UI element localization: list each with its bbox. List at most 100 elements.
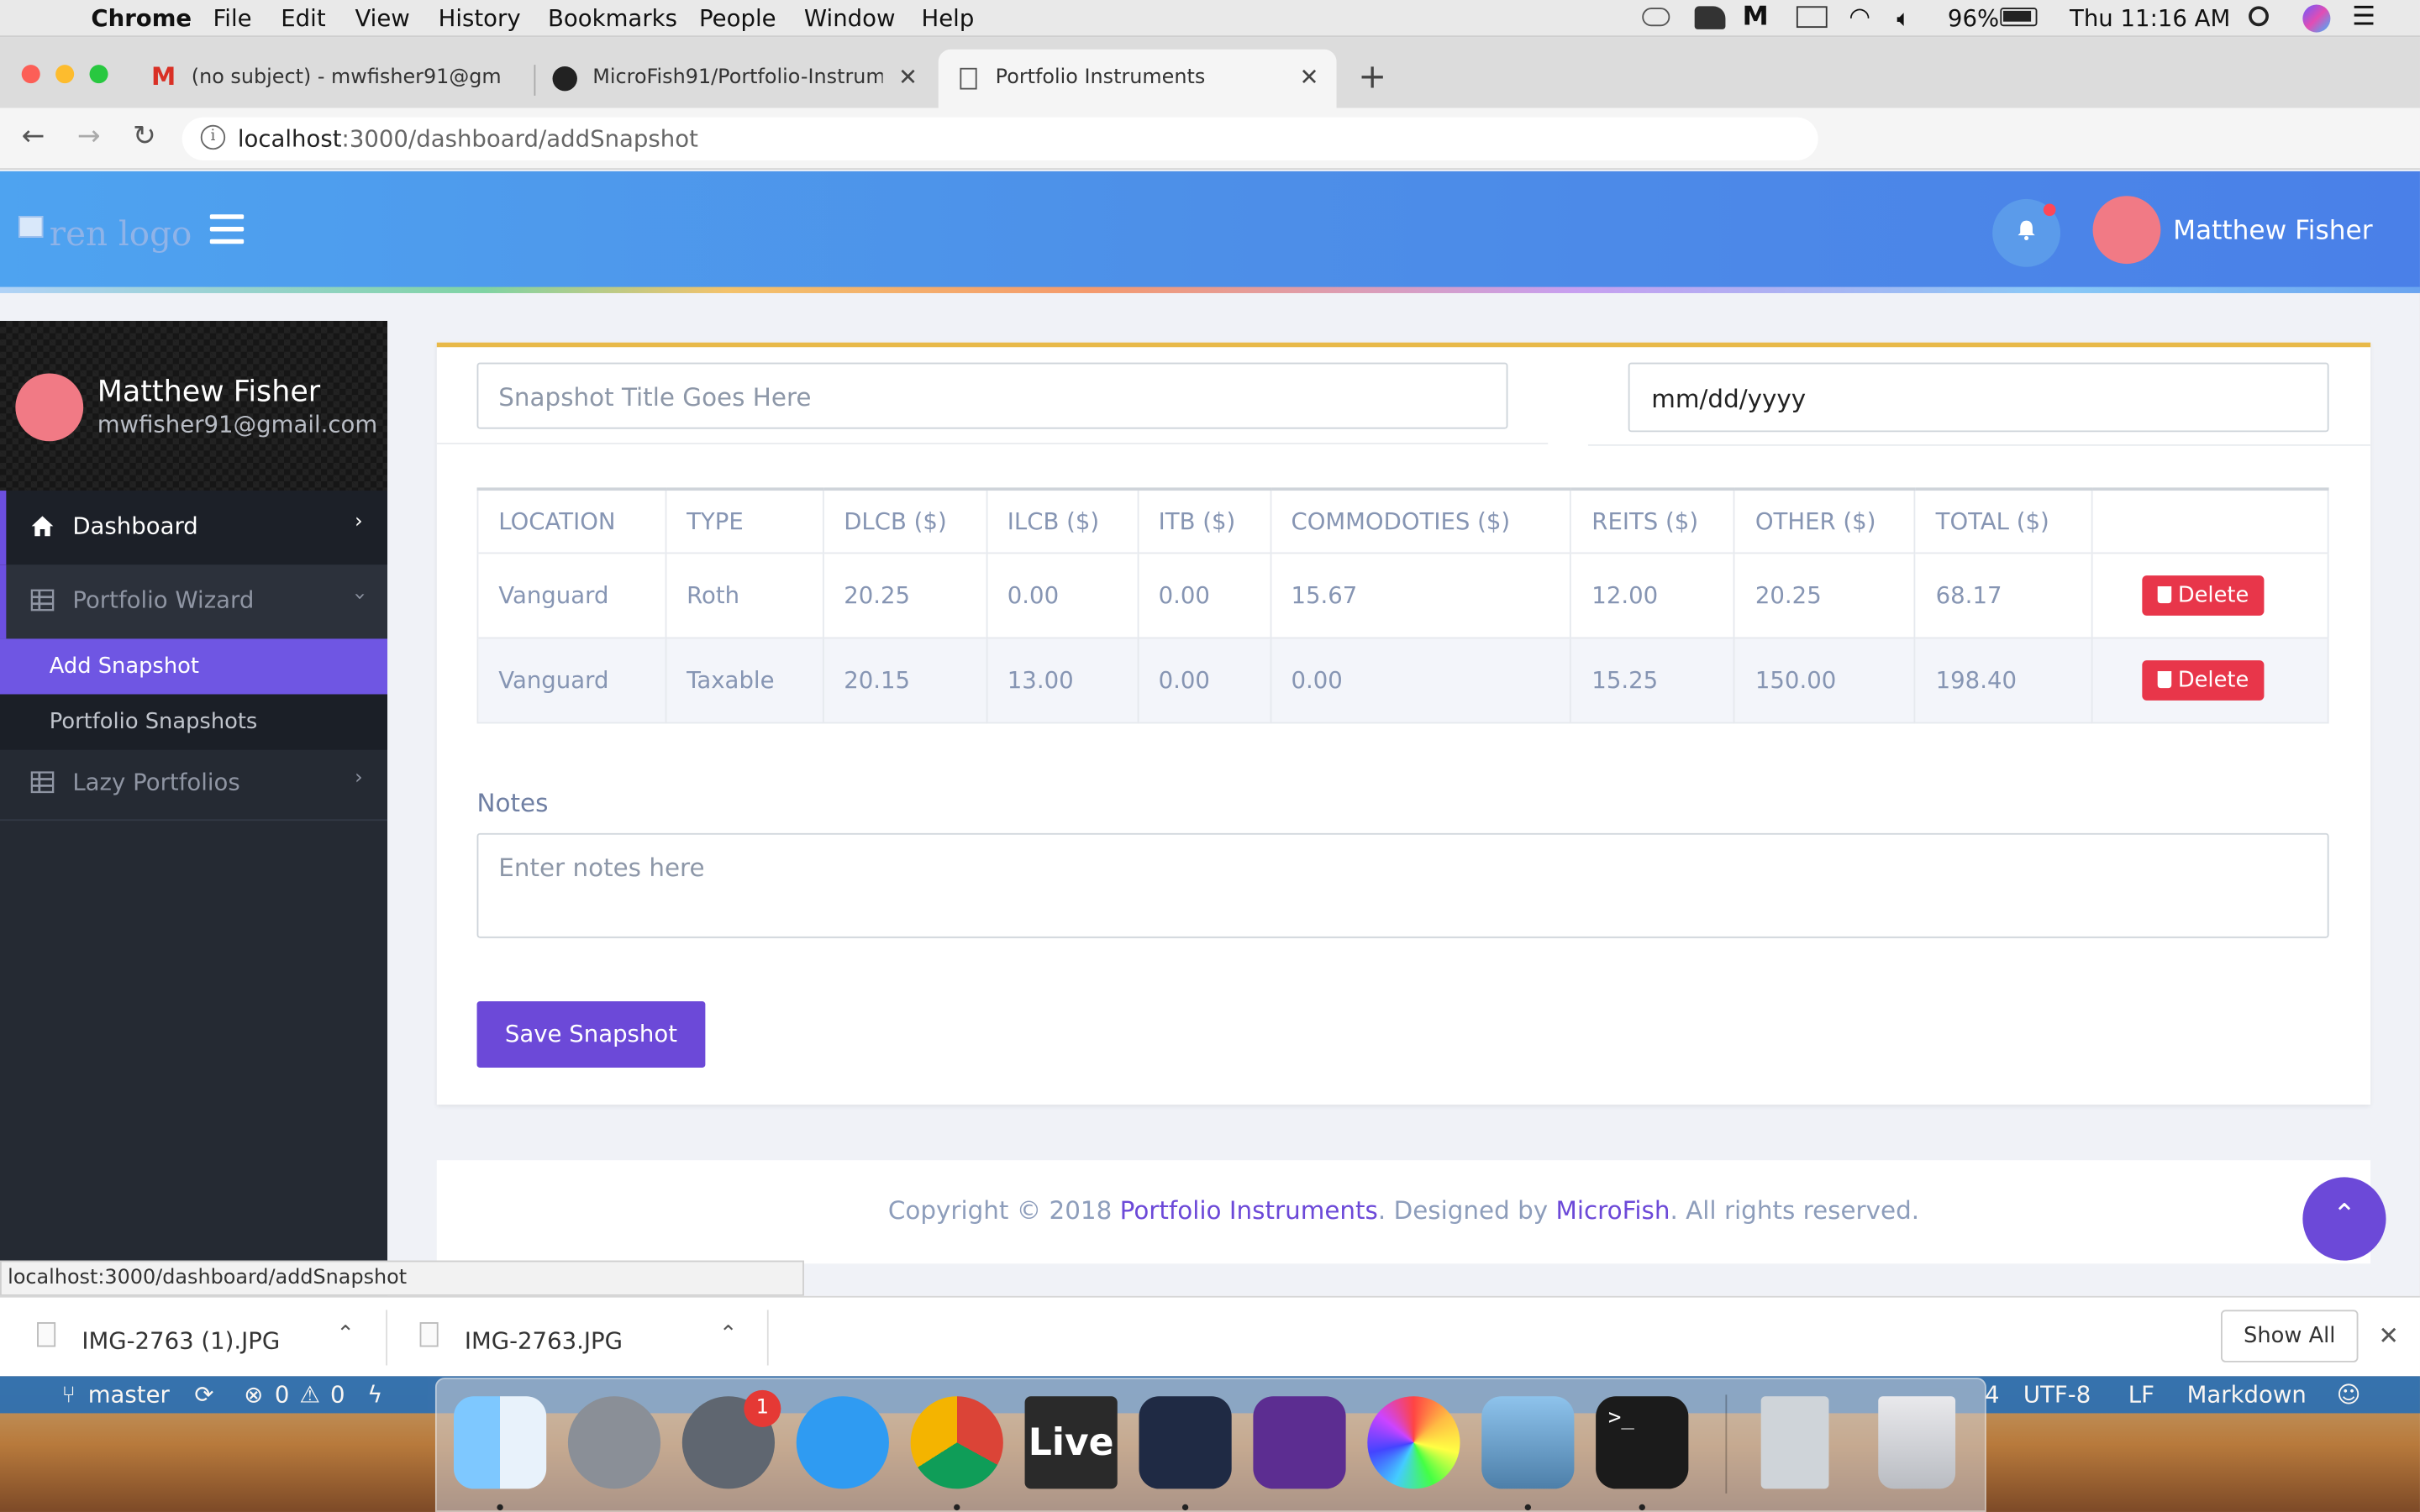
creative-cloud-icon[interactable]: [1642, 8, 1670, 27]
notification-center-icon[interactable]: ☰: [2352, 2, 2375, 33]
header-avatar[interactable]: [2092, 196, 2161, 265]
smiley-icon[interactable]: ☺: [2337, 1381, 2361, 1409]
show-all-downloads-button[interactable]: Show All: [2221, 1310, 2359, 1362]
messages-icon[interactable]: [796, 1396, 889, 1489]
sidebar-item-portfolio-snapshots[interactable]: Portfolio Snapshots: [0, 694, 388, 750]
sidebar-user-name: Matthew Fisher: [97, 375, 321, 409]
error-count[interactable]: 0: [275, 1381, 290, 1409]
preview-icon[interactable]: [1481, 1396, 1575, 1489]
tab-portfolio-instruments[interactable]: Portfolio Instruments ✕: [938, 49, 1337, 108]
spotlight-search-icon[interactable]: [2249, 6, 2269, 27]
browser-tab-strip: M (no subject) - mwfisher91@gm MicroFish…: [0, 37, 2420, 108]
tab-active-title: Portfolio Instruments: [995, 66, 1206, 90]
malwarebytes-icon[interactable]: M: [1743, 2, 1769, 33]
sidebar-item-add-snapshot[interactable]: Add Snapshot: [0, 638, 388, 695]
sidebar-user-email: mwfisher91@gmail.com: [97, 410, 378, 438]
new-tab-button[interactable]: +: [1358, 59, 1386, 97]
footer-author-link[interactable]: MicroFish: [1556, 1195, 1670, 1225]
logo[interactable]: ren logo: [50, 216, 192, 255]
siri-icon[interactable]: [2302, 4, 2331, 33]
launchpad-icon[interactable]: [567, 1396, 661, 1489]
evernote-icon[interactable]: [1694, 6, 1726, 29]
header-username[interactable]: Matthew Fisher: [2173, 216, 2373, 247]
forward-arrow-icon[interactable]: →: [77, 120, 101, 153]
visual-studio-icon[interactable]: [1253, 1396, 1346, 1489]
table-cell: 20.25: [1734, 551, 1916, 638]
tab-close-icon[interactable]: ✕: [1300, 63, 1319, 91]
menu-window[interactable]: Window: [804, 5, 896, 33]
footer-site-link[interactable]: Portfolio Instruments: [1120, 1195, 1378, 1225]
column-header: [2091, 487, 2329, 553]
snapshot-title-input[interactable]: Snapshot Title Goes Here: [476, 362, 1508, 429]
page-footer: Copyright © 2018 Portfolio Instruments. …: [436, 1160, 2371, 1264]
table-row: Vanguard Taxable 20.15 13.00 0.00 0.00 1…: [476, 636, 2329, 723]
sidebar-item-portfolio-wizard[interactable]: Portfolio Wizard ›: [0, 564, 388, 639]
window-zoom-button[interactable]: [89, 65, 108, 84]
window-minimize-button[interactable]: [55, 65, 75, 84]
table-cell: 0.00: [1137, 636, 1271, 723]
scroll-to-top-button[interactable]: ⌃: [2302, 1177, 2386, 1261]
site-info-icon[interactable]: i: [200, 124, 226, 150]
ableton-live-icon[interactable]: Live: [1024, 1396, 1118, 1489]
chrome-icon[interactable]: [910, 1396, 1003, 1489]
table-cell: 20.25: [823, 551, 987, 638]
reload-icon[interactable]: ↻: [133, 120, 156, 153]
chevron-up-icon[interactable]: ⌃: [719, 1322, 738, 1347]
downloads-stack-icon[interactable]: [1760, 1396, 1829, 1489]
notifications-button[interactable]: [1992, 198, 2060, 267]
finder-icon[interactable]: [453, 1396, 547, 1489]
address-bar[interactable]: i localhost:3000/dashboard/addSnapshot: [182, 117, 1818, 161]
airplay-icon[interactable]: [1796, 6, 1828, 29]
vscode-icon[interactable]: [1139, 1396, 1232, 1489]
warning-count[interactable]: 0: [330, 1381, 345, 1409]
cursor-position[interactable]: 4: [1985, 1381, 2000, 1409]
sidebar-item-dashboard[interactable]: Dashboard ›: [0, 491, 388, 565]
sync-icon[interactable]: ⟳: [194, 1381, 213, 1409]
tab-github[interactable]: MicroFish91/Portfolio-Instrume ✕: [540, 50, 933, 108]
line-ending[interactable]: LF: [2128, 1381, 2154, 1409]
sidebar-item-lazy-portfolios[interactable]: Lazy Portfolios ›: [0, 747, 388, 822]
trash-icon[interactable]: [1878, 1396, 1956, 1489]
snapshot-date-input[interactable]: mm/dd/yyyy: [1628, 362, 2329, 433]
delete-button[interactable]: Delete: [2142, 659, 2265, 700]
git-branch[interactable]: master: [88, 1381, 170, 1409]
tab-close-icon[interactable]: ✕: [898, 63, 918, 91]
file-encoding[interactable]: UTF-8: [2023, 1381, 2091, 1409]
menu-edit[interactable]: Edit: [281, 5, 325, 33]
menu-people[interactable]: People: [699, 5, 776, 33]
notes-textarea[interactable]: Enter notes here: [476, 832, 2329, 938]
download-item[interactable]: IMG-2763 (1).JPG ⌃: [0, 1298, 386, 1378]
menubar-clock[interactable]: Thu 11:16 AM: [2070, 5, 2230, 33]
sidebar-item-label: Add Snapshot: [49, 654, 199, 680]
back-arrow-icon[interactable]: ←: [22, 120, 45, 153]
chevron-up-icon[interactable]: ⌃: [336, 1322, 355, 1347]
save-snapshot-button[interactable]: Save Snapshot: [476, 1001, 706, 1068]
table-cell: 15.67: [1270, 551, 1572, 638]
sidebar-item-label: Portfolio Wizard: [72, 585, 255, 615]
language-mode[interactable]: Markdown: [2187, 1381, 2307, 1409]
menu-file[interactable]: File: [213, 5, 251, 33]
volume-icon[interactable]: 🔈︎: [1897, 5, 1911, 33]
delete-button[interactable]: Delete: [2142, 575, 2265, 615]
wifi-icon[interactable]: ◠: [1849, 2, 1870, 31]
table-cell: Vanguard: [476, 551, 667, 638]
menu-help[interactable]: Help: [922, 5, 975, 33]
terminal-icon[interactable]: >_: [1596, 1396, 1689, 1489]
notes-label: Notes: [476, 788, 549, 818]
download-item[interactable]: IMG-2763.JPG ⌃: [383, 1298, 769, 1378]
battery-icon[interactable]: [2000, 8, 2038, 27]
menu-history[interactable]: History: [439, 5, 521, 33]
avatar[interactable]: [15, 373, 84, 442]
close-icon[interactable]: ✕: [2378, 1320, 2399, 1350]
hamburger-menu-icon[interactable]: [209, 214, 245, 245]
table-cell: 20.15: [823, 636, 987, 723]
column-header: TOTAL ($): [1914, 487, 2093, 553]
home-icon: [31, 516, 54, 537]
color-picker-icon[interactable]: [1367, 1396, 1460, 1489]
menu-app-name[interactable]: Chrome: [91, 5, 192, 33]
window-close-button[interactable]: [21, 65, 40, 84]
menu-view[interactable]: View: [355, 5, 409, 33]
tab-gmail[interactable]: M (no subject) - mwfisher91@gm: [136, 50, 534, 108]
menu-bookmarks[interactable]: Bookmarks: [548, 5, 677, 33]
address-url[interactable]: localhost:3000/dashboard/addSnapshot: [238, 125, 698, 153]
